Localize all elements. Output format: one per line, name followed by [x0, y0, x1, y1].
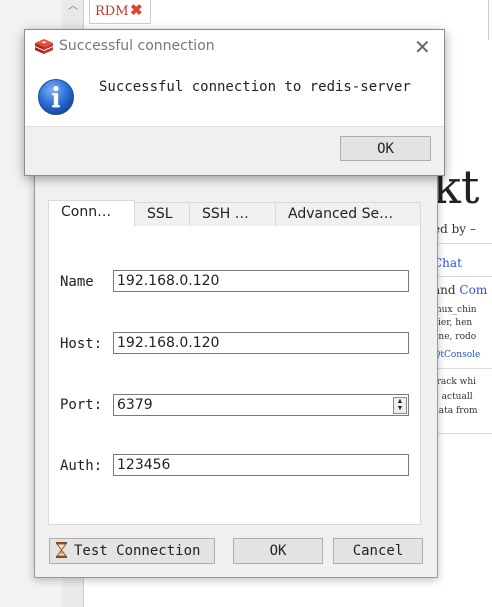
background-text-line: inux_chin: [433, 305, 477, 315]
message-ok-button[interactable]: OK: [340, 136, 431, 161]
name-input[interactable]: 192.168.0.120: [113, 270, 409, 292]
test-connection-button[interactable]: Test Connection: [49, 538, 215, 564]
port-label: Port:: [60, 397, 103, 413]
divider: [433, 433, 492, 434]
tab-advanced-settings[interactable]: Advanced Se…: [275, 202, 421, 226]
divider: [433, 368, 492, 369]
port-spinner-arrows-icon[interactable]: ▲ ▼: [393, 397, 407, 414]
divider: [433, 243, 492, 244]
name-label: Name: [60, 274, 94, 290]
info-icon: [38, 79, 74, 115]
hourglass-icon: [56, 542, 67, 558]
auth-label: Auth:: [60, 458, 103, 474]
host-input[interactable]: 192.168.0.120: [113, 332, 409, 354]
divider: [433, 276, 492, 277]
host-label: Host:: [60, 336, 103, 352]
port-input[interactable]: 6379: [113, 394, 409, 416]
tab-ssh[interactable]: SSH …: [189, 202, 276, 226]
redis-logo-icon: [35, 39, 53, 54]
background-text-line: one, rodo: [433, 332, 477, 342]
cancel-button[interactable]: Cancel: [333, 538, 423, 564]
close-icon[interactable]: ✕: [414, 35, 431, 59]
ok-button[interactable]: OK: [233, 538, 323, 564]
background-and-community: and Com: [433, 283, 487, 297]
tab-close-icon[interactable]: ✖: [130, 1, 143, 19]
tab-ssl[interactable]: SSL: [134, 202, 190, 226]
test-connection-label: Test Connection: [74, 543, 201, 559]
community-link[interactable]: Com: [459, 283, 487, 297]
background-text-line: cier, hen: [433, 318, 473, 328]
divider: [488, 0, 489, 40]
qtconsole-link[interactable]: QtConsole: [433, 350, 480, 360]
background-created-by: ed by –: [433, 222, 476, 236]
scroll-up-arrow-icon[interactable]: ︿: [66, 0, 80, 14]
background-text-line: data from: [433, 406, 478, 416]
auth-input[interactable]: 123456: [113, 454, 409, 476]
tab-connection[interactable]: Conn…: [48, 200, 135, 227]
background-text-line: track whi: [433, 377, 477, 387]
background-text-line: u actuall: [433, 392, 473, 402]
message-text: Successful connection to redis-server: [99, 79, 411, 95]
message-box-title: Successful connection: [59, 38, 215, 54]
tab-rdm-label: RDM: [95, 4, 129, 19]
